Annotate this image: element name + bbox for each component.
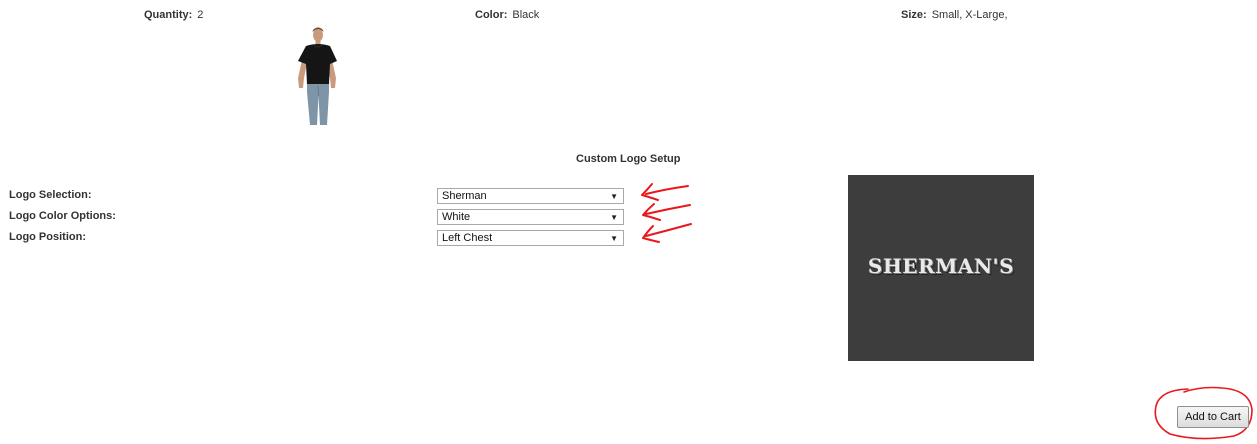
logo-preview-image: SHERMAN'S <box>848 175 1034 361</box>
logo-color-dropdown[interactable]: White ▼ <box>437 209 624 225</box>
add-to-cart-button[interactable]: Add to Cart <box>1177 406 1249 428</box>
size-label: Size: <box>901 9 927 21</box>
product-customization-page: Quantity: 2 Color: Black Size: Small, X-Lar… <box>0 0 1257 444</box>
color-value: Black <box>512 9 540 21</box>
size-summary: Size: Small, X-Large, <box>901 9 1008 21</box>
logo-position-value: Left Chest <box>442 232 493 244</box>
dropdown-arrow-icon: ▼ <box>610 213 618 222</box>
color-label: Color: <box>475 9 508 21</box>
annotation-arrows <box>641 183 692 243</box>
dropdown-arrow-icon: ▼ <box>610 234 618 243</box>
logo-selection-dropdown[interactable]: Sherman ▼ <box>437 188 624 204</box>
annotation-arrow-icon <box>642 203 691 221</box>
color-summary: Color: Black <box>475 9 539 21</box>
size-value: Small, X-Large, <box>931 9 1008 21</box>
logo-selection-value: Sherman <box>442 190 487 202</box>
logo-preview-text: SHERMAN'S <box>867 254 1015 278</box>
quantity-label: Quantity: <box>144 9 193 21</box>
quantity-value: 2 <box>197 9 204 21</box>
logo-color-options-label: Logo Color Options: <box>9 210 116 222</box>
dropdown-arrow-icon: ▼ <box>610 192 618 201</box>
annotation-arrow-icon <box>641 183 689 201</box>
logo-setup-title: Custom Logo Setup <box>576 153 681 165</box>
logo-color-value: White <box>442 211 471 223</box>
product-image <box>298 27 337 125</box>
logo-position-label: Logo Position: <box>9 231 86 243</box>
logo-position-dropdown[interactable]: Left Chest ▼ <box>437 230 624 246</box>
logo-selection-label: Logo Selection: <box>9 189 92 201</box>
annotation-arrow-icon <box>642 223 692 243</box>
quantity-summary: Quantity: 2 <box>144 9 203 21</box>
